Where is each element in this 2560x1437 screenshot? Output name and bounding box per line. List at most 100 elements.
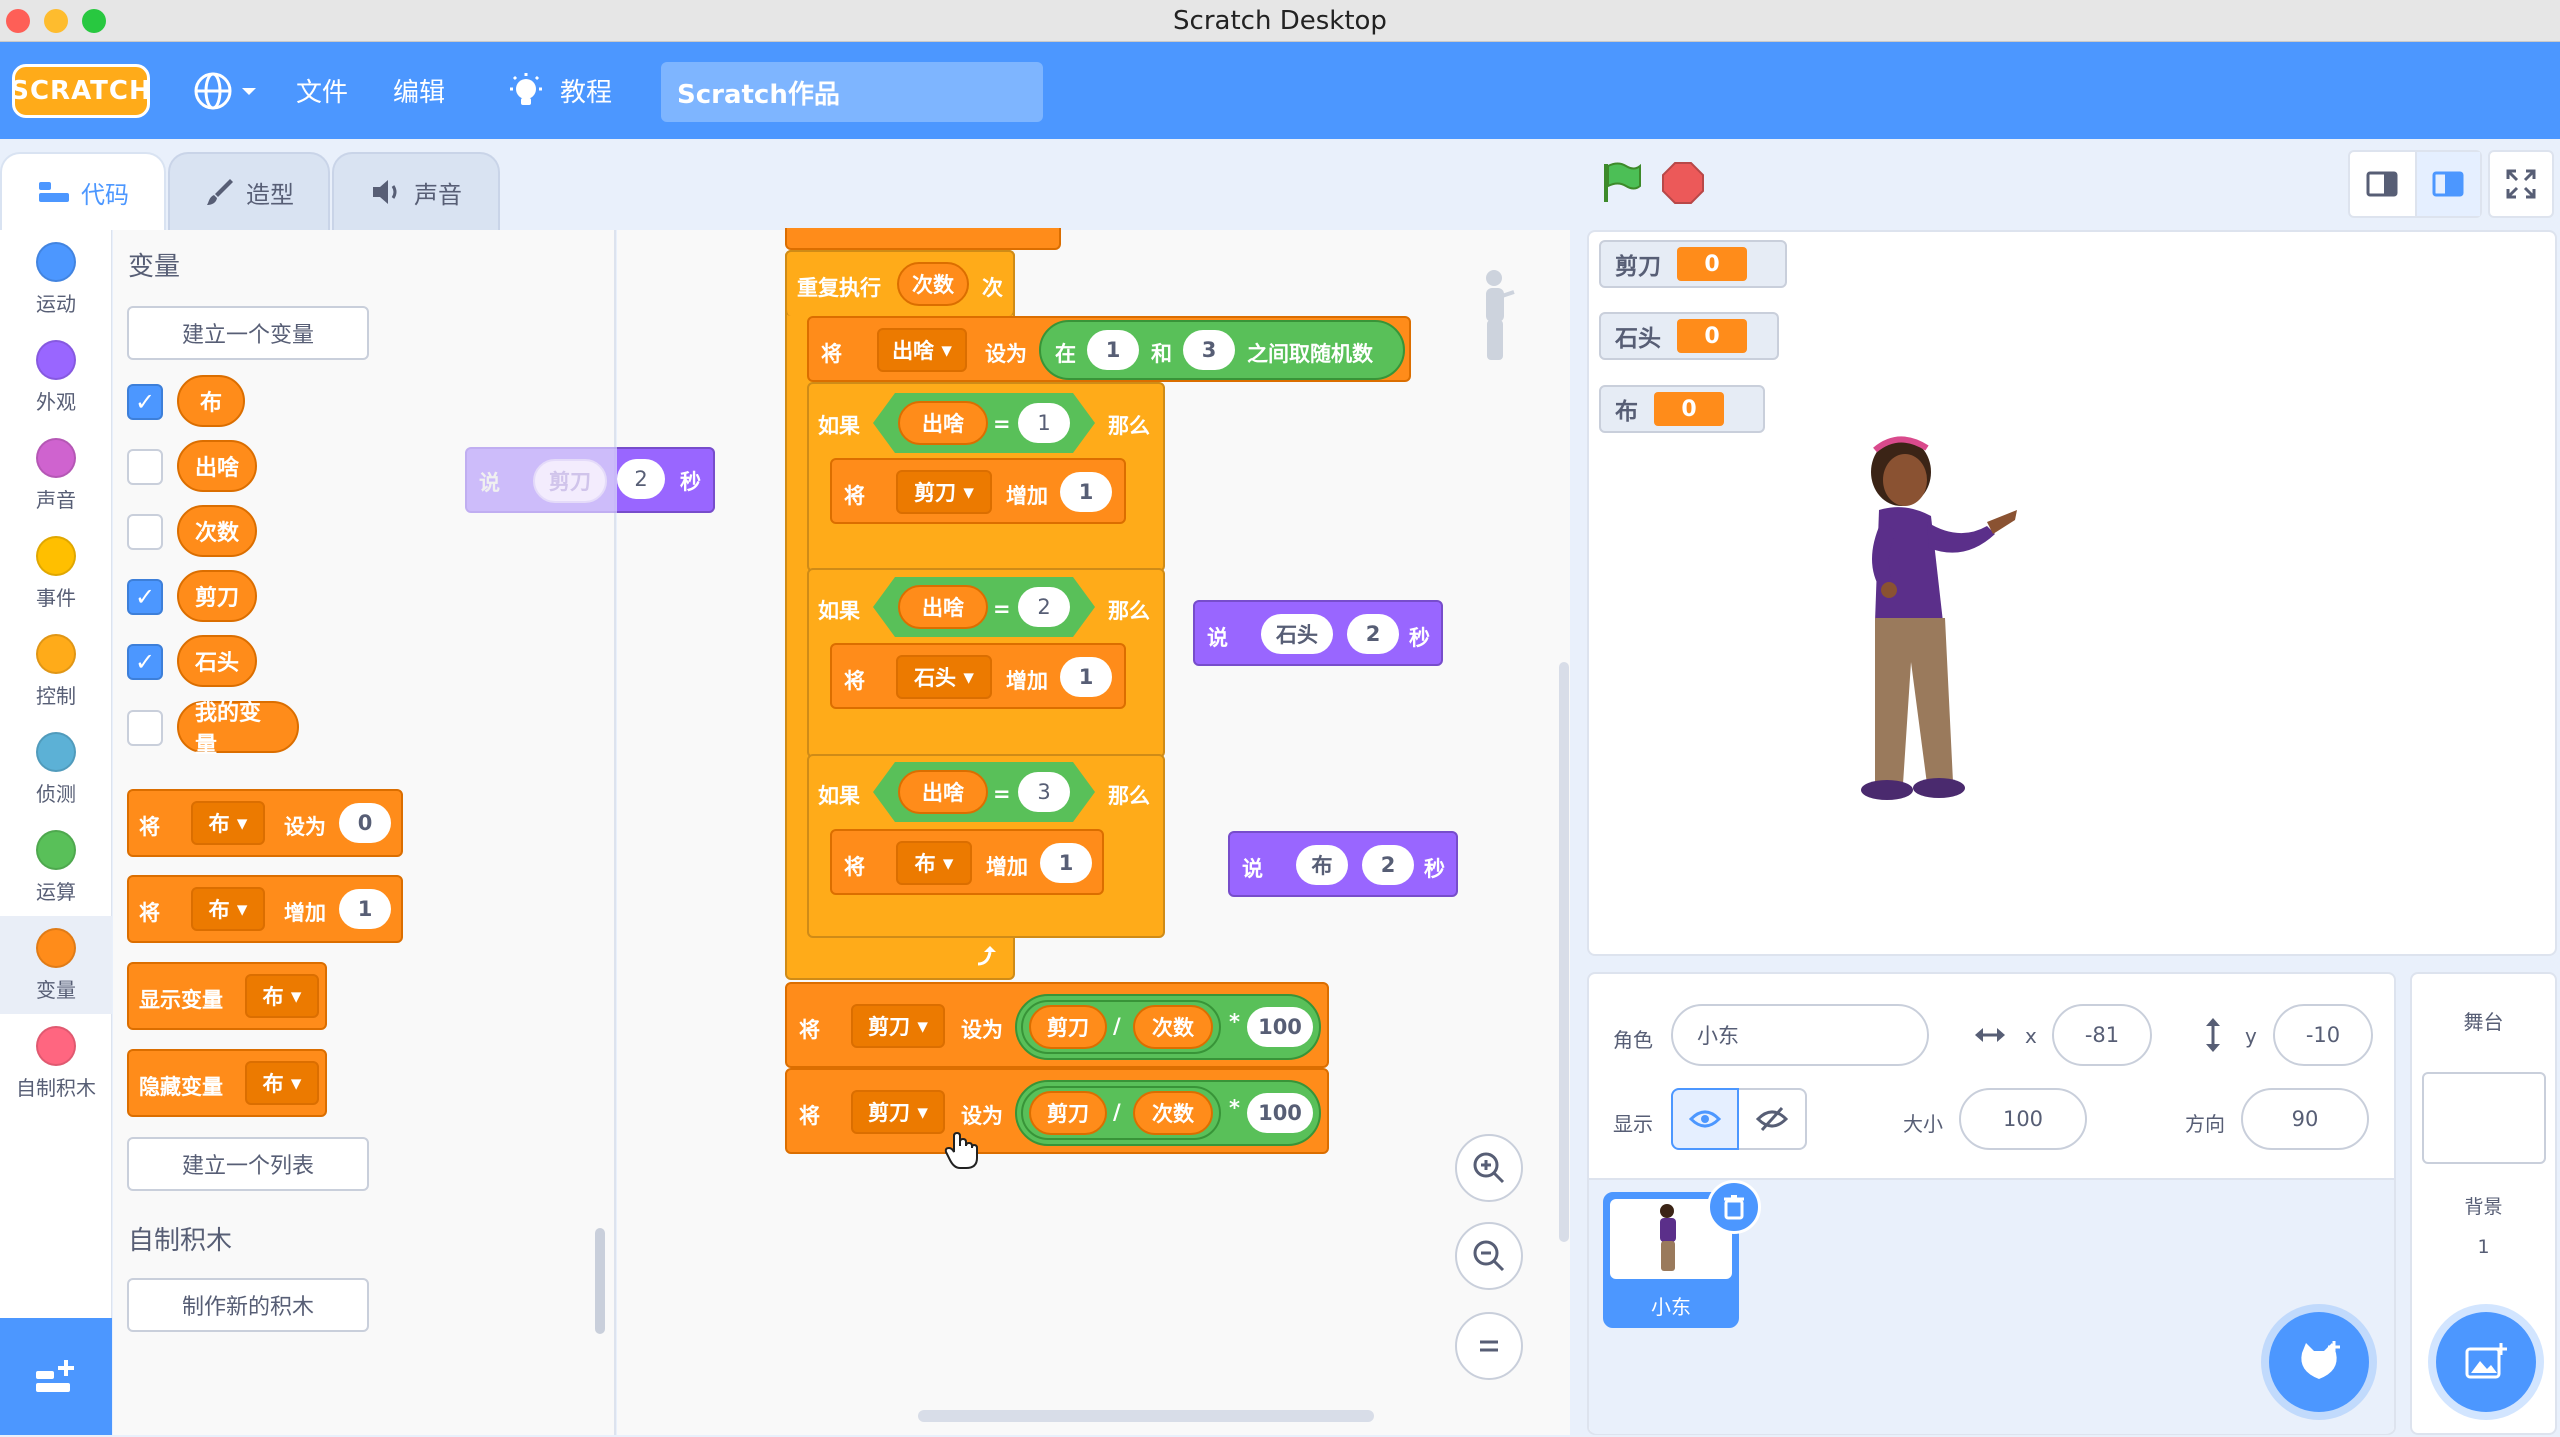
delete-sprite-button[interactable] bbox=[1707, 1180, 1761, 1234]
sprite-character[interactable] bbox=[1819, 422, 2039, 822]
sprite-name-input[interactable]: 小东 bbox=[1671, 1004, 1929, 1066]
fullscreen-button[interactable] bbox=[2488, 150, 2554, 218]
variable-dropdown[interactable]: 剪刀 ▾ bbox=[851, 1004, 945, 1048]
category-looks[interactable]: 外观 bbox=[0, 328, 112, 426]
value-input[interactable]: 1 bbox=[339, 889, 391, 929]
close-window-button[interactable] bbox=[6, 9, 30, 33]
variable-reporter-shitou[interactable]: 石头 bbox=[177, 635, 257, 687]
monitor-shitou[interactable]: 石头0 bbox=[1599, 312, 1779, 360]
say-text-input[interactable]: 石头 bbox=[1261, 614, 1333, 654]
random-to-input[interactable]: 3 bbox=[1183, 330, 1235, 370]
zoom-out-button[interactable] bbox=[1455, 1222, 1523, 1290]
divide-operator[interactable]: 剪刀 / 次数 bbox=[1021, 1000, 1221, 1054]
large-stage-button[interactable] bbox=[2415, 152, 2480, 216]
category-variables[interactable]: 变量 bbox=[0, 916, 112, 1014]
make-variable-button[interactable]: 建立一个变量 bbox=[127, 306, 369, 360]
variable-checkbox-cishu[interactable] bbox=[127, 514, 163, 550]
variable-dropdown[interactable]: 布 ▾ bbox=[245, 974, 319, 1018]
choose-backdrop-button[interactable] bbox=[2436, 1312, 2536, 1412]
value-input[interactable]: 1 bbox=[1060, 657, 1112, 697]
if-variable[interactable]: 出啥 bbox=[898, 401, 988, 445]
minimize-window-button[interactable] bbox=[44, 9, 68, 33]
value-input[interactable]: 100 bbox=[1247, 1007, 1313, 1047]
variable-checkbox-chusha[interactable] bbox=[127, 449, 163, 485]
compare-input[interactable]: 2 bbox=[1018, 587, 1070, 627]
maximize-window-button[interactable] bbox=[82, 9, 106, 33]
block-above-repeat[interactable] bbox=[785, 228, 1061, 250]
multiply-operator[interactable]: 剪刀 / 次数 * 100 bbox=[1015, 994, 1321, 1060]
say-rock-block[interactable]: 说 石头 2 秒 bbox=[1193, 600, 1443, 666]
set-percentage-block-2[interactable]: 将 剪刀 ▾ 设为 剪刀 / 次数 * 100 bbox=[785, 1068, 1329, 1154]
value-input[interactable]: 0 bbox=[339, 803, 391, 843]
green-flag-icon[interactable] bbox=[1598, 160, 1644, 206]
variable-dropdown[interactable]: 布 ▾ bbox=[896, 841, 972, 885]
script-horizontal-scrollbar[interactable] bbox=[918, 1410, 1374, 1422]
category-events[interactable]: 事件 bbox=[0, 524, 112, 622]
make-block-button[interactable]: 制作新的积木 bbox=[127, 1278, 369, 1332]
compare-input[interactable]: 3 bbox=[1018, 772, 1070, 812]
stage-canvas[interactable]: 剪刀0 石头0 布0 bbox=[1587, 230, 2557, 956]
divide-operator[interactable]: 剪刀 / 次数 bbox=[1021, 1086, 1221, 1140]
operand-reporter[interactable]: 次数 bbox=[1133, 1005, 1213, 1049]
hide-sprite-button[interactable] bbox=[1739, 1088, 1807, 1150]
variable-dropdown[interactable]: 剪刀 ▾ bbox=[851, 1090, 945, 1134]
category-sound[interactable]: 声音 bbox=[0, 426, 112, 524]
value-input[interactable]: 1 bbox=[1060, 472, 1112, 512]
category-control[interactable]: 控制 bbox=[0, 622, 112, 720]
random-operator[interactable]: 在 1 和 3 之间取随机数 bbox=[1039, 320, 1405, 380]
stage-target-panel[interactable]: 舞台 背景 1 bbox=[2410, 972, 2557, 1435]
tab-costumes[interactable]: 造型 bbox=[168, 152, 330, 230]
tab-code[interactable]: 代码 bbox=[0, 152, 166, 230]
category-motion[interactable]: 运动 bbox=[0, 230, 112, 328]
palette-scrollbar[interactable] bbox=[595, 1228, 605, 1334]
multiply-operator[interactable]: 剪刀 / 次数 * 100 bbox=[1015, 1080, 1321, 1146]
repeat-count-reporter[interactable]: 次数 bbox=[897, 262, 969, 306]
language-menu[interactable] bbox=[192, 42, 260, 139]
operand-reporter[interactable]: 剪刀 bbox=[1029, 1005, 1107, 1049]
zoom-reset-button[interactable] bbox=[1455, 1312, 1523, 1380]
secs-input[interactable]: 2 bbox=[1362, 845, 1414, 885]
if-variable[interactable]: 出啥 bbox=[898, 770, 988, 814]
scratch-logo[interactable]: SCRATCH bbox=[12, 64, 150, 118]
script-vertical-scrollbar[interactable] bbox=[1559, 662, 1569, 1242]
stop-icon[interactable] bbox=[1660, 160, 1706, 206]
tab-sounds[interactable]: 声音 bbox=[332, 152, 500, 230]
add-extension-button[interactable] bbox=[0, 1318, 112, 1435]
size-input[interactable]: 100 bbox=[1959, 1088, 2087, 1150]
tutorials-menu[interactable]: 教程 bbox=[506, 42, 612, 139]
choose-sprite-button[interactable] bbox=[2269, 1312, 2369, 1412]
variable-dropdown[interactable]: 出啥 ▾ bbox=[877, 328, 967, 372]
show-sprite-button[interactable] bbox=[1671, 1088, 1739, 1150]
say-text-input[interactable]: 布 bbox=[1296, 845, 1348, 885]
small-stage-button[interactable] bbox=[2350, 152, 2415, 216]
zoom-in-button[interactable] bbox=[1455, 1134, 1523, 1202]
project-title-input[interactable]: Scratch作品 bbox=[661, 62, 1043, 122]
edit-menu[interactable]: 编辑 bbox=[393, 42, 445, 139]
variable-dropdown[interactable]: 石头 ▾ bbox=[896, 655, 992, 699]
variable-reporter-my-variable[interactable]: 我的变量 bbox=[177, 701, 299, 753]
change-shitou-block[interactable]: 将 石头 ▾ 增加 1 bbox=[830, 643, 1126, 709]
variable-dropdown[interactable]: 布 ▾ bbox=[191, 801, 265, 845]
palette-hide-variable-block[interactable]: 隐藏变量 布 ▾ bbox=[127, 1049, 327, 1117]
variable-checkbox-my-variable[interactable] bbox=[127, 710, 163, 746]
say-paper-block[interactable]: 说 布 2 秒 bbox=[1228, 831, 1458, 897]
variable-dropdown[interactable]: 布 ▾ bbox=[191, 887, 265, 931]
category-sensing[interactable]: 侦测 bbox=[0, 720, 112, 818]
palette-show-variable-block[interactable]: 显示变量 布 ▾ bbox=[127, 962, 327, 1030]
variable-reporter-chusha[interactable]: 出啥 bbox=[177, 440, 257, 492]
variable-dropdown[interactable]: 布 ▾ bbox=[245, 1061, 319, 1105]
make-list-button[interactable]: 建立一个列表 bbox=[127, 1137, 369, 1191]
change-jiandao-block[interactable]: 将 剪刀 ▾ 增加 1 bbox=[830, 458, 1126, 524]
operand-reporter[interactable]: 次数 bbox=[1133, 1091, 1213, 1135]
random-from-input[interactable]: 1 bbox=[1087, 330, 1139, 370]
variable-checkbox-jiandao[interactable]: ✓ bbox=[127, 579, 163, 615]
file-menu[interactable]: 文件 bbox=[296, 42, 348, 139]
change-bu-block[interactable]: 将 布 ▾ 增加 1 bbox=[830, 829, 1104, 895]
operand-reporter[interactable]: 剪刀 bbox=[1029, 1091, 1107, 1135]
category-my-blocks[interactable]: 自制积木 bbox=[0, 1014, 112, 1112]
if-variable[interactable]: 出啥 bbox=[898, 585, 988, 629]
variable-reporter-jiandao[interactable]: 剪刀 bbox=[177, 570, 257, 622]
x-input[interactable]: -81 bbox=[2052, 1004, 2152, 1066]
set-percentage-block-1[interactable]: 将 剪刀 ▾ 设为 剪刀 / 次数 * 100 bbox=[785, 982, 1329, 1068]
monitor-bu[interactable]: 布0 bbox=[1599, 385, 1765, 433]
